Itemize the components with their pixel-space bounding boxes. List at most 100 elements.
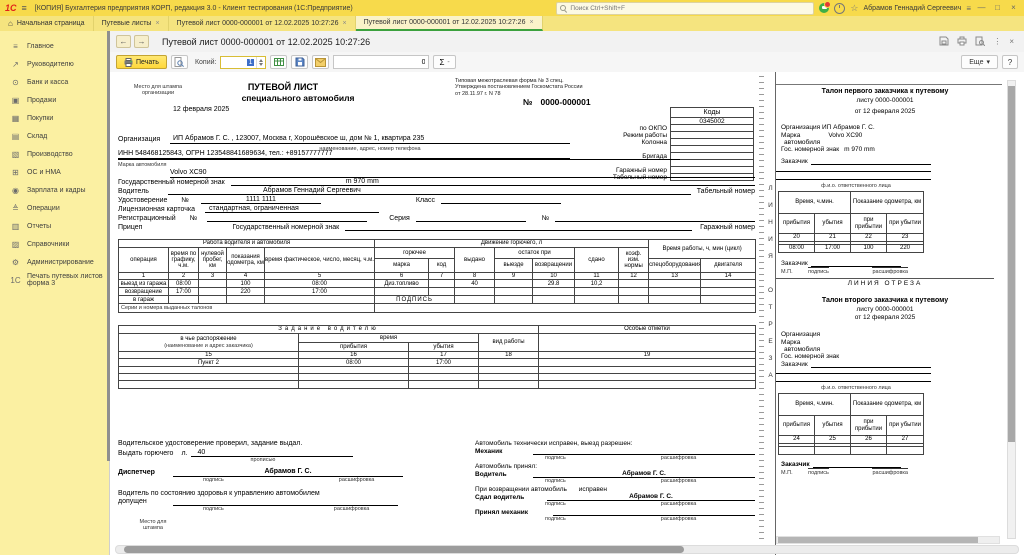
work-cell: 17:00 (169, 288, 199, 296)
preview-button[interactable] (171, 55, 188, 69)
col-number: 14 (701, 273, 756, 280)
discussions-icon[interactable] (819, 3, 829, 13)
col-number: 17 (409, 352, 479, 359)
sidebar-item[interactable]: ≡ Главное (0, 37, 109, 55)
talon-horizontal-scrollbar[interactable] (776, 536, 1000, 544)
work-cell: 08:00 (169, 280, 199, 288)
sidebar-item-icon: ▥ (10, 222, 21, 231)
save-button[interactable] (291, 55, 308, 69)
license-line: Удостоверение № 1111 1111 Класс (118, 196, 755, 204)
back-button[interactable]: ← (116, 35, 131, 48)
talon-cell (851, 447, 887, 455)
sidebar-item[interactable]: ▣ Продажи (0, 91, 109, 109)
col-number: 18 (479, 352, 539, 359)
tab-close-icon[interactable]: × (529, 19, 533, 26)
talon1-subtitle: листу 0000-000001 (776, 97, 994, 104)
app-logo: 1С (5, 3, 17, 13)
print-button-label: Печать (136, 59, 159, 66)
content: ← → Путевой лист 0000-000001 от 12.02.20… (110, 31, 1024, 555)
forward-button[interactable]: → (134, 35, 149, 48)
work-cell (429, 280, 455, 288)
sidebar-item[interactable]: ⊙ Банк и касса (0, 73, 109, 91)
sidebar-item[interactable]: ⚙ Администрирование (0, 253, 109, 271)
work-cell (199, 280, 227, 288)
doc-title-1: ПУТЕВОЙ ЛИСТ (168, 84, 398, 92)
col-number: 8 (455, 273, 495, 280)
col-number: 23 (887, 234, 924, 242)
talon2-customer2: Заказчик (781, 461, 901, 468)
sidebar-item-icon: ≡ (10, 42, 21, 51)
table-icon (274, 57, 284, 67)
table-settings-button[interactable] (270, 55, 287, 69)
close-form-icon[interactable]: × (1009, 37, 1014, 47)
horizontal-scrollbar[interactable] (115, 545, 1019, 554)
user-name[interactable]: Абрамов Геннадий Сергеевич (864, 5, 962, 12)
help-button[interactable]: ? (1002, 55, 1018, 69)
sidebar-item[interactable]: ≜ Операции (0, 199, 109, 217)
close-window-button[interactable]: × (1008, 2, 1019, 14)
tab-waybill-print[interactable]: Путевой лист 0000-000001 от 12.02.2025 1… (356, 16, 543, 31)
sidebar-item-icon: ⊙ (10, 78, 21, 87)
save-icon[interactable] (939, 33, 949, 51)
sidebar-item[interactable]: ↗ Руководителю (0, 55, 109, 73)
sidebar-item-icon: ▤ (10, 132, 21, 141)
talon-cell (779, 447, 815, 455)
col-number: 24 (779, 436, 815, 444)
work-cell: Диз.топливо (375, 280, 429, 288)
sidebar-item-label: Склад (27, 133, 47, 140)
scrollbar-thumb[interactable] (124, 546, 684, 553)
counter-field[interactable] (333, 55, 429, 69)
service-menu-icon[interactable]: ≡ (966, 4, 971, 13)
cut-line-strip: ЛИНИЯОТРЕЗА (757, 72, 775, 555)
talon1-customer2: Заказчик (781, 260, 901, 267)
print-button[interactable]: Печать (116, 55, 167, 69)
sidebar-item[interactable]: ◉ Зарплата и кадры (0, 181, 109, 199)
sum-button[interactable]: Σ - (433, 55, 455, 69)
card-value: стандартная, ограниченная (205, 205, 379, 214)
email-button[interactable] (312, 55, 329, 69)
sidebar-item[interactable]: ▥ Отчеты (0, 217, 109, 235)
more-button[interactable]: Еще ▾ (961, 55, 998, 69)
sidebar-item[interactable]: ▧ Производство (0, 145, 109, 163)
maximize-button[interactable]: □ (992, 2, 1003, 14)
print-icon[interactable] (957, 33, 967, 51)
sidebar-item[interactable]: ▤ Склад (0, 127, 109, 145)
tab-waybill-doc[interactable]: Путевой лист 0000-000001 от 12.02.2025 1… (169, 16, 356, 31)
minimize-button[interactable]: — (976, 2, 987, 14)
tab-close-icon[interactable]: × (155, 20, 159, 27)
search-input[interactable] (570, 5, 810, 12)
tab-label: Начальная страница (17, 20, 85, 27)
favorites-icon[interactable]: ☆ (850, 4, 858, 13)
work-cell: 10,2 (575, 280, 619, 288)
spinner-arrows[interactable] (256, 57, 265, 68)
tab-home[interactable]: ⌂ Начальная страница (0, 16, 94, 31)
sidebar-item-label: Производство (27, 151, 73, 158)
license-card-line: Лицензионная карточка стандартная, огран… (118, 205, 755, 213)
vertical-scrollbar[interactable] (1007, 80, 1016, 539)
tab-waybill-list[interactable]: Путевые листы × (94, 16, 169, 31)
brand-label: Марка автомобиля (118, 162, 167, 168)
preview-icon[interactable] (975, 33, 985, 51)
sidebar-item[interactable]: ▦ Покупки (0, 109, 109, 127)
scrollbar-thumb[interactable] (1008, 86, 1015, 442)
global-search[interactable] (556, 2, 814, 15)
main-menu-icon[interactable]: ≡ (22, 3, 27, 13)
bottom-left-section: Водительское удостоверение проверил, зад… (118, 440, 468, 531)
waybill-document: Место для штампаорганизации Типовая межо… (110, 72, 1024, 555)
more-actions-icon[interactable]: ⋮ (993, 37, 1001, 47)
history-icon[interactable] (834, 3, 845, 14)
sidebar-item[interactable]: ⊞ ОС и НМА (0, 163, 109, 181)
cut-line-letter: Т (766, 304, 775, 321)
sidebar-item[interactable]: 1С Печать путевых листов форма 3 (0, 271, 109, 289)
sidebar-item[interactable]: ▨ Справочники (0, 235, 109, 253)
cut-line-letter: Р (766, 321, 775, 338)
scrollbar-thumb[interactable] (778, 537, 978, 543)
work-cell: 08:00 (265, 280, 375, 288)
sum-icon: Σ (439, 58, 444, 67)
talon2-date: от 12 февраля 2025 (776, 314, 994, 321)
tab-close-icon[interactable]: × (342, 20, 346, 27)
floppy-icon (295, 57, 305, 67)
copies-input[interactable]: 1 (220, 56, 266, 69)
more-button-label: Еще (969, 59, 983, 66)
task-cell (539, 359, 756, 367)
